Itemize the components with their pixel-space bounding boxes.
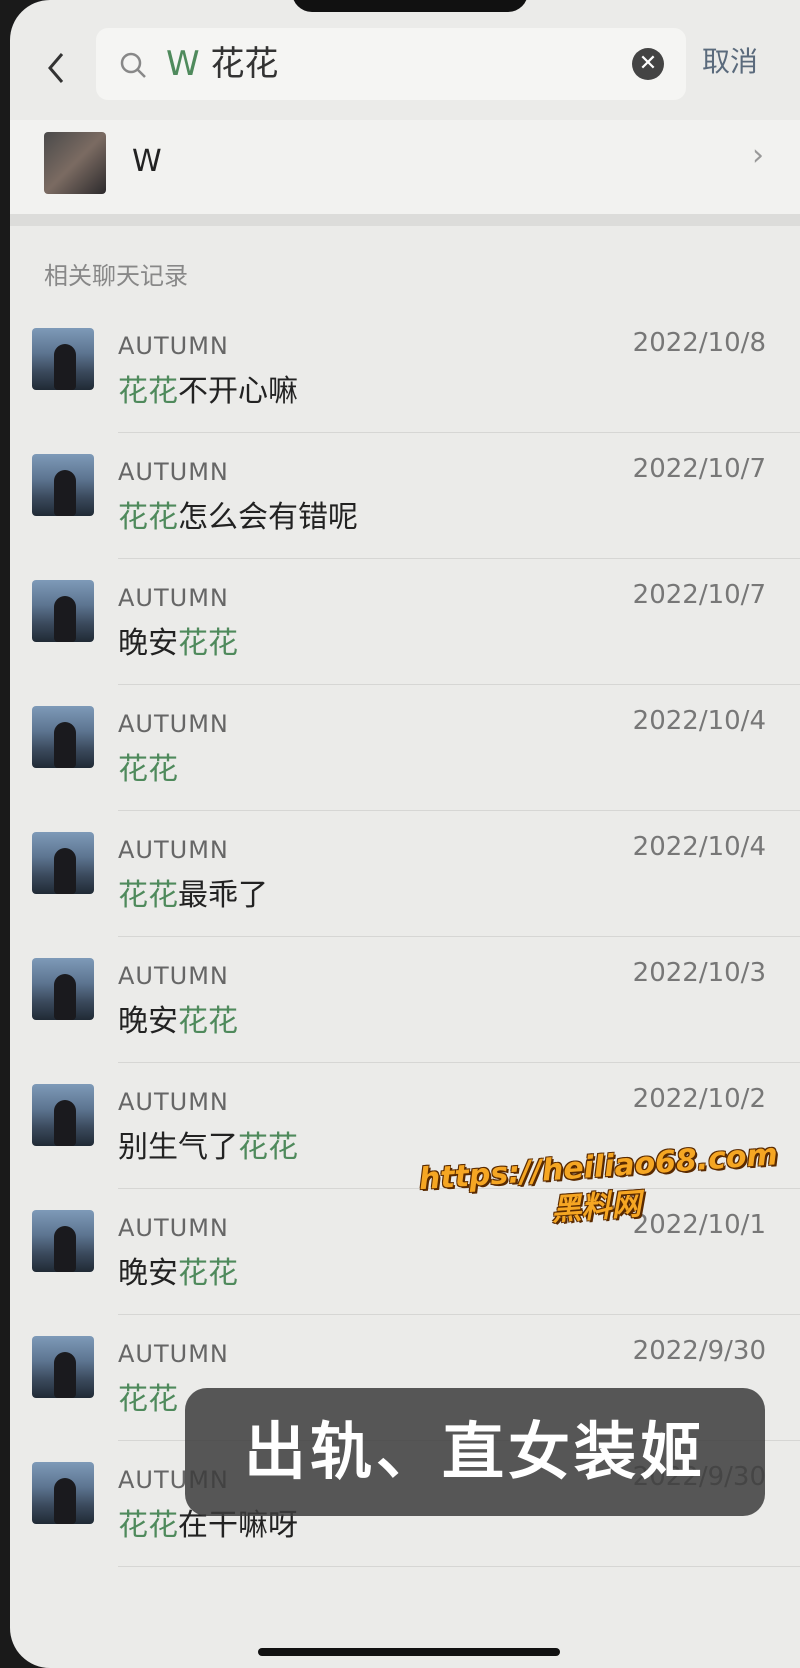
chat-sender: AUTUMN — [118, 332, 229, 360]
notch — [292, 0, 528, 12]
chat-sender: AUTUMN — [118, 1340, 229, 1368]
chat-date: 2022/10/7 — [632, 580, 766, 610]
list-item[interactable]: AUTUMN 2022/10/4 花花 — [10, 696, 800, 822]
chat-sender: AUTUMN — [118, 1088, 229, 1116]
avatar — [32, 958, 94, 1020]
chat-date: 2022/10/8 — [632, 328, 766, 358]
back-icon[interactable] — [44, 48, 68, 88]
phone-screen: W 花花 ✕ 取消 W › 相关聊天记录 AUTUMN 2022/10/8 花花不开… — [10, 0, 800, 1668]
chat-message: 花花最乖了 — [118, 878, 268, 913]
chat-message: 花花 — [118, 1382, 178, 1417]
avatar — [32, 1210, 94, 1272]
search-input[interactable]: W 花花 ✕ — [96, 28, 686, 100]
divider — [118, 936, 800, 937]
chat-date: 2022/10/2 — [632, 1084, 766, 1114]
divider — [118, 432, 800, 433]
divider — [118, 1566, 800, 1567]
cancel-button[interactable]: 取消 — [702, 40, 758, 80]
chat-sender: AUTUMN — [118, 710, 229, 738]
chat-sender: AUTUMN — [118, 584, 229, 612]
video-caption: 出轨、直女装姬 — [185, 1388, 765, 1516]
avatar — [32, 454, 94, 516]
contact-name: W — [132, 144, 162, 179]
divider — [118, 558, 800, 559]
chat-message: 晚安花花 — [118, 1256, 238, 1291]
list-item[interactable]: AUTUMN 2022/10/7 花花怎么会有错呢 — [10, 444, 800, 570]
avatar — [32, 1084, 94, 1146]
chat-message: 花花不开心嘛 — [118, 374, 298, 409]
chat-date: 2022/9/30 — [632, 1336, 766, 1366]
divider — [118, 1062, 800, 1063]
chat-message: 花花怎么会有错呢 — [118, 500, 358, 535]
chat-date: 2022/10/3 — [632, 958, 766, 988]
divider — [118, 1314, 800, 1315]
avatar — [32, 706, 94, 768]
avatar — [44, 132, 106, 194]
chat-message: 别生气了花花 — [118, 1130, 298, 1165]
search-icon — [120, 52, 146, 78]
chat-sender: AUTUMN — [118, 458, 229, 486]
divider — [10, 214, 800, 226]
list-item[interactable]: AUTUMN 2022/10/8 花花不开心嘛 — [10, 318, 800, 444]
avatar — [32, 580, 94, 642]
chat-sender: AUTUMN — [118, 962, 229, 990]
chevron-right-icon: › — [752, 138, 764, 173]
divider — [118, 810, 800, 811]
avatar — [32, 832, 94, 894]
section-title: 相关聊天记录 — [44, 262, 188, 290]
list-item[interactable]: AUTUMN 2022/10/7 晚安花花 — [10, 570, 800, 696]
chat-message: 晚安花花 — [118, 626, 238, 661]
list-item[interactable]: AUTUMN 2022/10/3 晚安花花 — [10, 948, 800, 1074]
avatar — [32, 1336, 94, 1398]
chat-message: 花花 — [118, 752, 178, 787]
chat-message: 晚安花花 — [118, 1004, 238, 1039]
chat-sender: AUTUMN — [118, 1214, 229, 1242]
home-indicator[interactable] — [258, 1648, 560, 1656]
contact-result[interactable]: W › — [10, 120, 800, 214]
search-query[interactable]: W 花花 — [166, 42, 278, 86]
chat-date: 2022/10/4 — [632, 706, 766, 736]
clear-search-icon[interactable]: ✕ — [632, 48, 664, 80]
avatar — [32, 328, 94, 390]
chat-date: 2022/10/7 — [632, 454, 766, 484]
chat-date: 2022/10/4 — [632, 832, 766, 862]
list-item[interactable]: AUTUMN 2022/10/4 花花最乖了 — [10, 822, 800, 948]
divider — [118, 684, 800, 685]
avatar — [32, 1462, 94, 1524]
chat-sender: AUTUMN — [118, 836, 229, 864]
